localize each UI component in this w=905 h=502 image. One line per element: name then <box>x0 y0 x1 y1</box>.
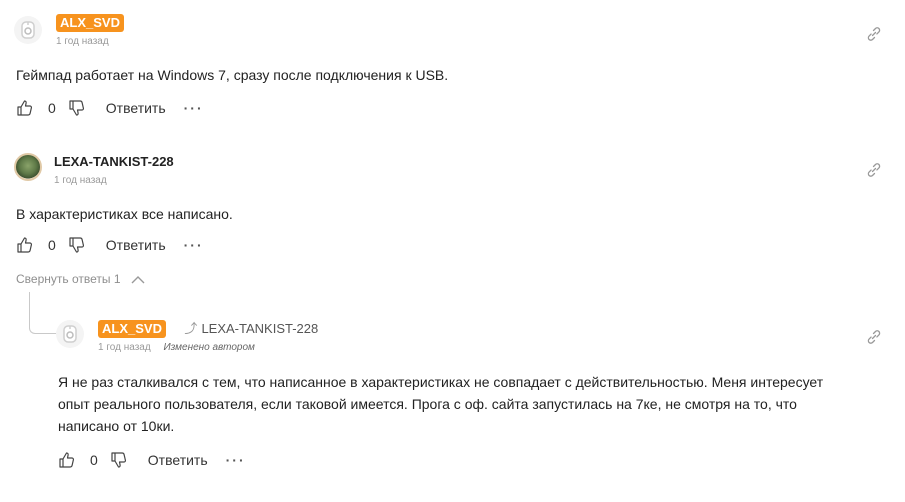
author-name[interactable]: ALX_SVD <box>56 14 124 32</box>
reply-arrow-icon: ⤴ <box>184 321 198 336</box>
comment-text: В характеристиках все написано. <box>16 206 233 222</box>
thumbs-down-icon[interactable] <box>68 99 86 117</box>
author-name[interactable]: LEXA-TANKIST-228 <box>54 153 174 171</box>
reply-button[interactable]: Ответить <box>148 452 208 468</box>
thumbs-down-icon[interactable] <box>68 236 86 254</box>
reply-button[interactable]: Ответить <box>106 237 166 253</box>
avatar[interactable] <box>14 16 42 44</box>
comment-time[interactable]: 1 год назад <box>54 174 174 188</box>
default-avatar-icon <box>63 325 77 343</box>
thumbs-up-icon[interactable] <box>16 236 34 254</box>
thumbs-up-icon[interactable] <box>58 451 76 469</box>
like-count: 0 <box>48 100 56 116</box>
more-options-button[interactable]: ··· <box>184 237 204 253</box>
default-avatar-icon <box>21 21 35 39</box>
reply-to-name: LEXA-TANKIST-228 <box>201 321 319 336</box>
comment-time[interactable]: 1 год назад <box>56 35 124 49</box>
avatar[interactable] <box>14 153 42 181</box>
thumbs-down-icon[interactable] <box>110 451 128 469</box>
reply-button[interactable]: Ответить <box>106 100 166 116</box>
more-options-button[interactable]: ··· <box>226 452 246 468</box>
comment-text-line: опыт реального пользователя, если таково… <box>58 396 797 412</box>
author-name[interactable]: ALX_SVD <box>98 320 166 338</box>
comment-text-line: написано от 10ки. <box>58 418 175 434</box>
collapse-replies-button[interactable]: Свернуть ответы 1 <box>16 272 145 286</box>
thread-connector <box>29 292 59 334</box>
collapse-replies-label: Свернуть ответы 1 <box>16 272 121 286</box>
reply-to[interactable]: ⤴ LEXA-TANKIST-228 <box>184 320 318 338</box>
link-icon[interactable] <box>866 26 882 42</box>
edited-label: Изменено автором <box>163 342 255 353</box>
link-icon[interactable] <box>866 162 882 178</box>
link-icon[interactable] <box>866 329 882 345</box>
like-count: 0 <box>90 452 98 468</box>
more-options-button[interactable]: ··· <box>184 100 204 116</box>
avatar[interactable] <box>56 320 84 348</box>
comment-time[interactable]: 1 год назад <box>98 342 151 353</box>
chevron-up-icon <box>131 275 145 283</box>
comment-text: Я не раз сталкивался с тем, что написанн… <box>58 371 878 437</box>
comment-text: Геймпад работает на Windows 7, сразу пос… <box>16 67 449 83</box>
like-count: 0 <box>48 237 56 253</box>
thumbs-up-icon[interactable] <box>16 99 34 117</box>
comment-text-line: Я не раз сталкивался с тем, что написанн… <box>58 374 824 390</box>
